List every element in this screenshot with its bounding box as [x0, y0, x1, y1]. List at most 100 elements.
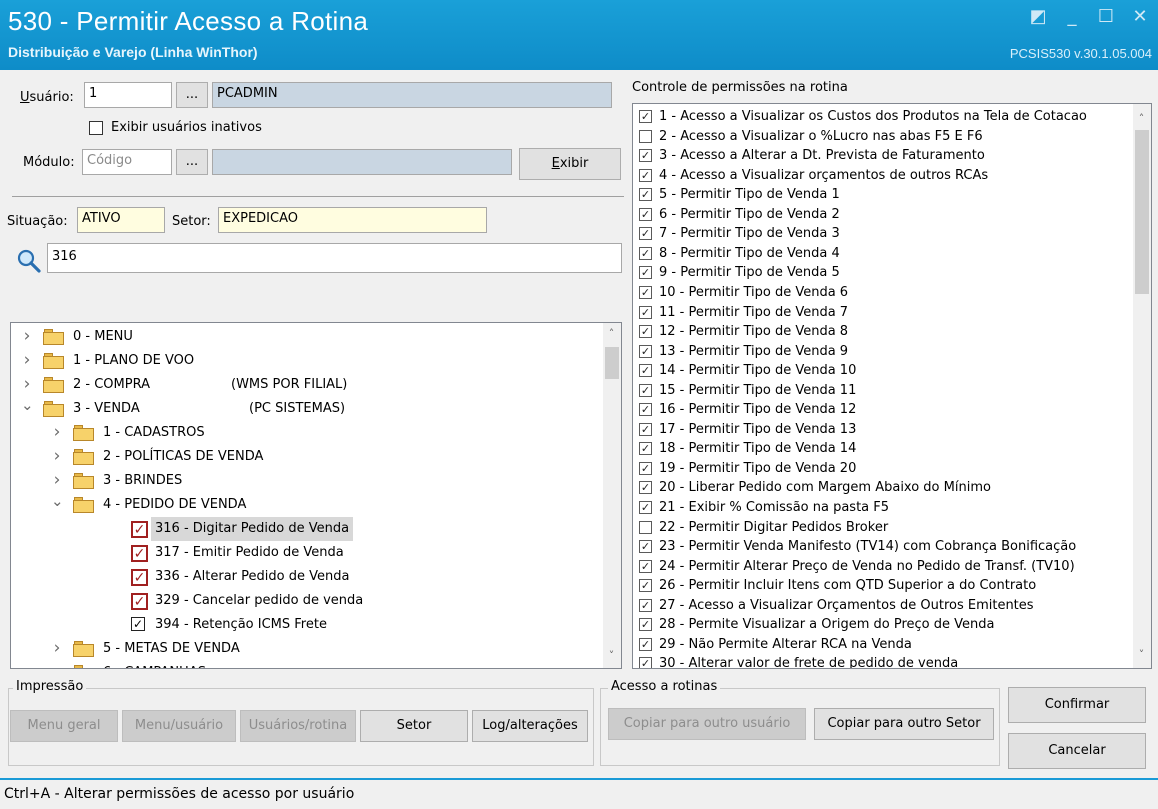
tree-scrollbar[interactable]: ˄ ˅	[603, 323, 621, 668]
permission-checkbox[interactable]: ✓	[639, 344, 652, 358]
expand-arrow-icon[interactable]: ›	[21, 324, 33, 348]
permission-item[interactable]: ✓ 18 - Permitir Tipo de Venda 14	[639, 439, 1129, 459]
usuario-code-input[interactable]: 1	[84, 82, 172, 108]
permission-checkbox[interactable]: ✓	[639, 168, 652, 182]
collapse-arrow-icon[interactable]: ⌄	[21, 393, 34, 417]
expand-arrow-icon[interactable]: ›	[51, 420, 63, 444]
close-button[interactable]: ✕	[1126, 6, 1154, 30]
log-alteracoes-button[interactable]: Log/alterações	[472, 710, 588, 742]
permission-item[interactable]: ✓ 5 - Permitir Tipo de Venda 1	[639, 185, 1129, 205]
permission-checkbox[interactable]: ✓	[639, 579, 652, 593]
tree-item[interactable]: › 1 - CADASTROS	[11, 421, 599, 445]
permission-checkbox[interactable]: ✓	[639, 188, 652, 202]
usuario-lookup-button[interactable]: ...	[176, 82, 208, 108]
permission-item[interactable]: 2 - Acesso a Visualizar o %Lucro nas aba…	[639, 127, 1129, 147]
permission-item[interactable]: ✓ 10 - Permitir Tipo de Venda 6	[639, 283, 1129, 303]
perm-scroll-thumb[interactable]	[1135, 130, 1149, 294]
tree-item-checkbox[interactable]: ✓	[131, 569, 148, 586]
permission-checkbox[interactable]: ✓	[639, 618, 652, 632]
tree-scroll-thumb[interactable]	[605, 347, 619, 379]
tree-item[interactable]: ✓ 317 - Emitir Pedido de Venda	[11, 541, 599, 565]
permission-checkbox[interactable]: ✓	[639, 403, 652, 417]
confirmar-button[interactable]: Confirmar	[1008, 687, 1146, 723]
perm-scroll-down-icon[interactable]: ˅	[1133, 648, 1150, 661]
permission-checkbox[interactable]: ✓	[639, 481, 652, 495]
routine-tree[interactable]: › 0 - MENU › 1 - PLANO DE VOO › 2 - COMPRA (WM…	[10, 322, 622, 669]
permission-checkbox[interactable]: ✓	[639, 246, 652, 260]
permission-checkbox[interactable]: ✓	[639, 501, 652, 514]
permission-item[interactable]: ✓ 21 - Exibir % Comissão na pasta F5	[639, 498, 1129, 518]
expand-arrow-icon[interactable]: ›	[51, 660, 63, 668]
permission-item[interactable]: ✓ 29 - Não Permite Alterar RCA na Venda	[639, 635, 1129, 655]
menu-geral-button[interactable]: Menu geral	[10, 710, 118, 742]
menu-usuario-button[interactable]: Menu/usuário	[122, 710, 236, 742]
permission-checkbox[interactable]: ✓	[639, 227, 652, 241]
tree-item[interactable]: ✓ 336 - Alterar Pedido de Venda	[11, 565, 599, 589]
minimize-button[interactable]: _	[1058, 6, 1086, 30]
copiar-usuario-button[interactable]: Copiar para outro usuário	[608, 708, 806, 740]
restore-icon[interactable]: ◩	[1024, 6, 1052, 30]
permission-item[interactable]: ✓ 24 - Permitir Alterar Preço de Venda no…	[639, 557, 1129, 577]
tree-item[interactable]: › 5 - METAS DE VENDA	[11, 637, 599, 661]
tree-item[interactable]: › 1 - PLANO DE VOO	[11, 349, 599, 373]
search-input[interactable]: 316	[47, 243, 622, 273]
cancelar-button[interactable]: Cancelar	[1008, 733, 1146, 769]
permission-item[interactable]: ✓ 23 - Permitir Venda Manifesto (TV14) co…	[639, 537, 1129, 557]
tree-item[interactable]: ✓ 329 - Cancelar pedido de venda	[11, 589, 599, 613]
expand-arrow-icon[interactable]: ›	[21, 348, 33, 372]
permission-item[interactable]: ✓ 26 - Permitir Incluir Itens com QTD Sup…	[639, 576, 1129, 596]
perm-scroll-up-icon[interactable]: ˄	[1133, 112, 1150, 125]
permission-item[interactable]: ✓ 15 - Permitir Tipo de Venda 11	[639, 381, 1129, 401]
permission-item[interactable]: ✓ 28 - Permite Visualizar a Origem do Pre…	[639, 615, 1129, 635]
permission-checkbox[interactable]: ✓	[639, 383, 652, 397]
modulo-code-input[interactable]: Código	[82, 149, 172, 175]
permission-item[interactable]: ✓ 27 - Acesso a Visualizar Orçamentos de …	[639, 596, 1129, 616]
permission-checkbox[interactable]: ✓	[639, 637, 652, 651]
permission-item[interactable]: ✓ 9 - Permitir Tipo de Venda 5	[639, 263, 1129, 283]
permission-item[interactable]: ✓ 8 - Permitir Tipo de Venda 4	[639, 244, 1129, 264]
permission-item[interactable]: ✓ 13 - Permitir Tipo de Venda 9	[639, 342, 1129, 362]
permission-item[interactable]: ✓ 14 - Permitir Tipo de Venda 10	[639, 361, 1129, 381]
setor-button[interactable]: Setor	[360, 710, 468, 742]
permission-checkbox[interactable]: ✓	[639, 540, 652, 554]
permission-checkbox[interactable]: ✓	[639, 657, 652, 668]
permission-checkbox[interactable]	[639, 129, 652, 143]
tree-item[interactable]: › 2 - COMPRA (WMS POR FILIAL)	[11, 373, 599, 397]
inativos-check-box[interactable]	[89, 121, 103, 135]
tree-item-checkbox[interactable]: ✓	[131, 521, 148, 538]
modulo-lookup-button[interactable]: ...	[176, 149, 208, 175]
tree-item[interactable]: › 6 - CAMPANHAS	[11, 660, 599, 668]
permission-item[interactable]: ✓ 4 - Acesso a Visualizar orçamentos de o…	[639, 166, 1129, 186]
exibir-button[interactable]: Exibir	[519, 148, 621, 180]
permission-checkbox[interactable]: ✓	[639, 305, 652, 319]
permission-item[interactable]: ✓ 19 - Permitir Tipo de Venda 20	[639, 459, 1129, 479]
permission-item[interactable]: ✓ 12 - Permitir Tipo de Venda 8	[639, 322, 1129, 342]
permission-checkbox[interactable]: ✓	[639, 149, 652, 163]
permission-checkbox[interactable]: ✓	[639, 598, 652, 612]
permission-checkbox[interactable]: ✓	[639, 266, 652, 280]
collapse-arrow-icon[interactable]: ⌄	[51, 489, 64, 513]
tree-item-checkbox[interactable]: ✓	[131, 593, 148, 610]
tree-scroll-up-icon[interactable]: ˄	[603, 327, 620, 340]
permission-item[interactable]: ✓ 30 - Alterar valor de frete de pedido d…	[639, 654, 1129, 668]
permissions-scrollbar[interactable]: ˄ ˅	[1133, 104, 1151, 668]
permission-item[interactable]: 22 - Permitir Digitar Pedidos Broker	[639, 518, 1129, 538]
permission-checkbox[interactable]	[639, 520, 652, 534]
tree-item[interactable]: › 2 - POLÍTICAS DE VENDA	[11, 445, 599, 469]
tree-item[interactable]: › 3 - BRINDES	[11, 469, 599, 493]
usuarios-rotina-button[interactable]: Usuários/rotina	[240, 710, 356, 742]
tree-item[interactable]: ✓ 394 - Retenção ICMS Frete	[11, 613, 599, 637]
permission-item[interactable]: ✓ 20 - Liberar Pedido com Margem Abaixo d…	[639, 478, 1129, 498]
tree-item-checkbox[interactable]: ✓	[131, 545, 148, 562]
permission-checkbox[interactable]: ✓	[639, 364, 652, 378]
permission-item[interactable]: ✓ 11 - Permitir Tipo de Venda 7	[639, 303, 1129, 323]
permission-item[interactable]: ✓ 6 - Permitir Tipo de Venda 2	[639, 205, 1129, 225]
expand-arrow-icon[interactable]: ›	[51, 444, 63, 468]
permissions-list[interactable]: ✓ 1 - Acesso a Visualizar os Custos dos P…	[632, 103, 1152, 669]
tree-item[interactable]: › 0 - MENU	[11, 325, 599, 349]
tree-item[interactable]: ⌄ 4 - PEDIDO DE VENDA	[11, 492, 599, 517]
maximize-button[interactable]: ☐	[1092, 6, 1120, 30]
expand-arrow-icon[interactable]: ›	[51, 636, 63, 660]
permission-item[interactable]: ✓ 7 - Permitir Tipo de Venda 3	[639, 224, 1129, 244]
permission-checkbox[interactable]: ✓	[639, 461, 652, 475]
